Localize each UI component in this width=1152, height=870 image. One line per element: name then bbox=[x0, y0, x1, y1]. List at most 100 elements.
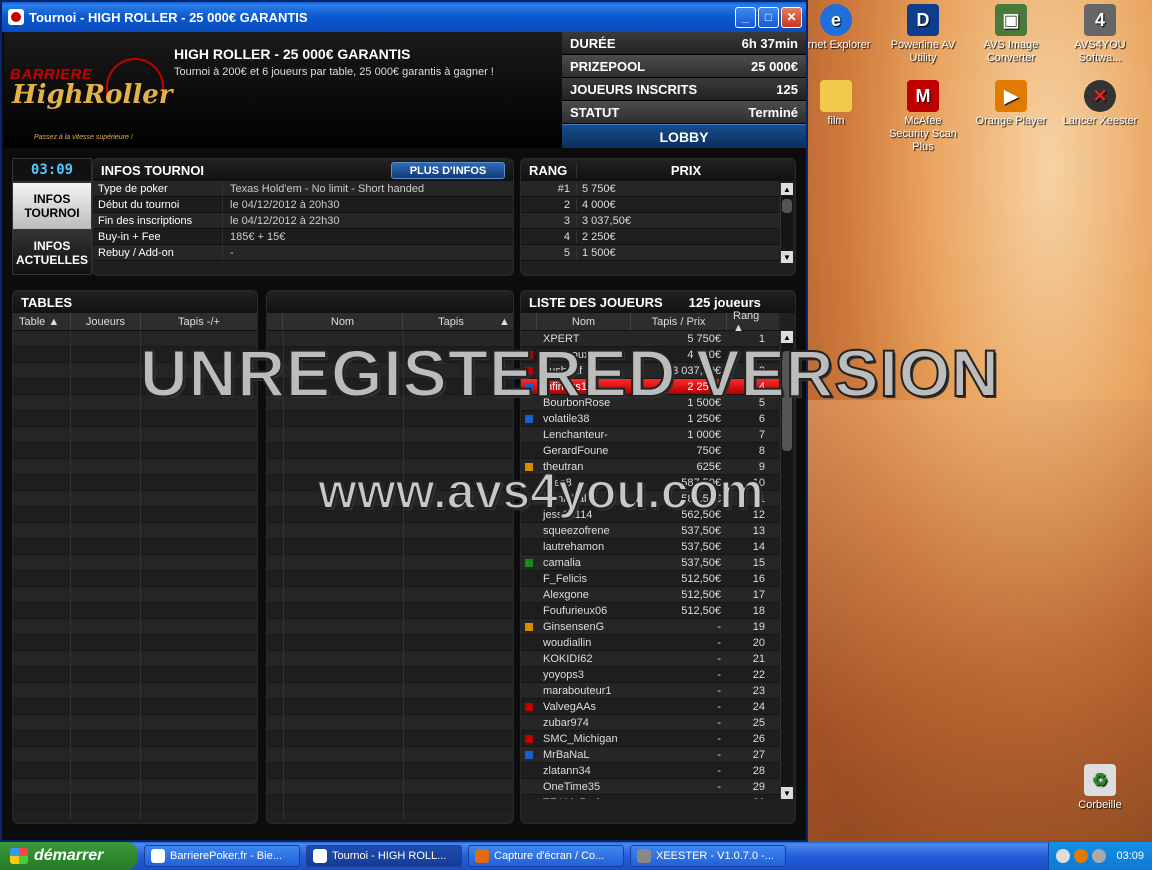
table-row[interactable] bbox=[267, 539, 513, 555]
table-row[interactable] bbox=[13, 635, 257, 651]
desktop-icon-mcafee[interactable]: M McAfee Security Scan Plus bbox=[883, 80, 963, 154]
player-row[interactable]: MrBaNaL - 27 bbox=[521, 747, 779, 763]
col-stack[interactable]: Tapis -/+ bbox=[141, 313, 257, 330]
table-row[interactable] bbox=[267, 651, 513, 667]
maximize-button[interactable]: □ bbox=[758, 6, 779, 28]
tab-infos-actuelles[interactable]: INFOS ACTUELLES bbox=[12, 230, 92, 275]
table-row[interactable] bbox=[267, 523, 513, 539]
table-row[interactable] bbox=[13, 699, 257, 715]
player-row[interactable]: Alexgone 512,50€ 17 bbox=[521, 587, 779, 603]
start-button[interactable]: démarrer bbox=[0, 842, 138, 870]
table-row[interactable] bbox=[267, 763, 513, 779]
col-rank[interactable]: Rang ▲ bbox=[727, 310, 779, 334]
table-row[interactable] bbox=[267, 683, 513, 699]
prizes-scrollbar[interactable]: ▲ ▼ bbox=[780, 183, 793, 263]
player-row[interactable]: woudiallin - 20 bbox=[521, 635, 779, 651]
table-row[interactable] bbox=[267, 667, 513, 683]
table-row[interactable] bbox=[267, 603, 513, 619]
scroll-thumb[interactable] bbox=[782, 199, 792, 213]
player-row[interactable]: lautrehamon 537,50€ 14 bbox=[521, 539, 779, 555]
player-row[interactable]: yoyops3 - 22 bbox=[521, 667, 779, 683]
sort-up-icon[interactable]: ▲ bbox=[499, 313, 513, 330]
table-row[interactable] bbox=[13, 779, 257, 795]
table-row[interactable] bbox=[267, 779, 513, 795]
player-row[interactable]: GinsensenG - 19 bbox=[521, 619, 779, 635]
table-row[interactable] bbox=[267, 619, 513, 635]
tray-arrow-icon[interactable] bbox=[1056, 849, 1071, 863]
table-row[interactable] bbox=[267, 795, 513, 811]
player-row[interactable]: camalia 537,50€ 15 bbox=[521, 555, 779, 571]
table-row[interactable] bbox=[13, 763, 257, 779]
desktop-icon-avs-image[interactable]: ▣ AVS Image Converter bbox=[971, 4, 1051, 65]
table-row[interactable] bbox=[13, 603, 257, 619]
tray-orange-icon[interactable] bbox=[1074, 849, 1089, 863]
desktop-icon-xeester[interactable]: ✕ Lancer Xeester bbox=[1060, 80, 1140, 128]
table-row[interactable] bbox=[13, 683, 257, 699]
table-row[interactable] bbox=[13, 731, 257, 747]
desktop-icon-orange-player[interactable]: ▶ Orange Player bbox=[971, 80, 1051, 128]
table-row[interactable] bbox=[267, 571, 513, 587]
table-row[interactable] bbox=[267, 411, 513, 427]
table-row[interactable] bbox=[13, 619, 257, 635]
player-row[interactable]: SMC_Michigan - 26 bbox=[521, 731, 779, 747]
close-button[interactable]: ✕ bbox=[781, 6, 802, 28]
table-row[interactable] bbox=[13, 747, 257, 763]
player-row[interactable]: KOKIDI62 - 21 bbox=[521, 651, 779, 667]
table-row[interactable] bbox=[13, 475, 257, 491]
taskbar-task[interactable]: XEESTER - V1.0.7.0 -... bbox=[630, 845, 786, 867]
table-row[interactable] bbox=[267, 635, 513, 651]
table-row[interactable] bbox=[267, 715, 513, 731]
col-name[interactable]: Nom bbox=[283, 313, 403, 330]
table-row[interactable] bbox=[13, 571, 257, 587]
player-row[interactable]: TEAM_Parker-30 bbox=[521, 795, 779, 799]
table-row[interactable] bbox=[13, 491, 257, 507]
desktop-icon-internet-explorer[interactable]: e ernet Explorer bbox=[796, 4, 876, 52]
table-row[interactable] bbox=[13, 427, 257, 443]
table-row[interactable] bbox=[13, 411, 257, 427]
player-row[interactable]: squeezofrene 537,50€ 13 bbox=[521, 523, 779, 539]
table-row[interactable] bbox=[13, 587, 257, 603]
table-row[interactable] bbox=[267, 731, 513, 747]
desktop-icon-film[interactable]: film bbox=[796, 80, 876, 128]
desktop-icon-avs4you[interactable]: 4 AVS4YOU Softwa... bbox=[1060, 4, 1140, 65]
table-row[interactable] bbox=[13, 523, 257, 539]
table-row[interactable] bbox=[13, 651, 257, 667]
taskbar-task[interactable]: Tournoi - HIGH ROLL... bbox=[306, 845, 462, 867]
player-row[interactable]: volatile38 1 250€ 6 bbox=[521, 411, 779, 427]
col-stack[interactable]: Tapis bbox=[403, 313, 499, 330]
table-row[interactable] bbox=[267, 555, 513, 571]
player-row[interactable]: ValvegAAs - 24 bbox=[521, 699, 779, 715]
scroll-down-icon[interactable]: ▼ bbox=[781, 787, 793, 799]
col-stack-prize[interactable]: Tapis / Prix bbox=[631, 313, 727, 330]
table-row[interactable] bbox=[13, 507, 257, 523]
lobby-button[interactable]: LOBBY bbox=[562, 124, 806, 148]
desktop-icon-powerline[interactable]: D Powerline AV Utility bbox=[883, 4, 963, 65]
player-row[interactable]: Lenchanteur- 1 000€ 7 bbox=[521, 427, 779, 443]
player-row[interactable]: Foufurieux06 512,50€ 18 bbox=[521, 603, 779, 619]
table-row[interactable] bbox=[267, 443, 513, 459]
player-row[interactable]: GerardFoune 750€ 8 bbox=[521, 443, 779, 459]
player-row[interactable]: zubar974 - 25 bbox=[521, 715, 779, 731]
player-row[interactable]: F_Felicis 512,50€ 16 bbox=[521, 571, 779, 587]
tray-volume-icon[interactable] bbox=[1092, 849, 1107, 863]
table-row[interactable] bbox=[267, 699, 513, 715]
table-row[interactable] bbox=[13, 443, 257, 459]
scroll-up-icon[interactable]: ▲ bbox=[781, 183, 793, 195]
scroll-down-icon[interactable]: ▼ bbox=[781, 251, 793, 263]
col-table[interactable]: Table ▲ bbox=[13, 313, 71, 330]
taskbar-task[interactable]: BarrierePoker.fr - Bie... bbox=[144, 845, 300, 867]
tab-infos-tournoi[interactable]: INFOS TOURNOI bbox=[12, 182, 92, 230]
table-row[interactable] bbox=[13, 555, 257, 571]
minimize-button[interactable]: _ bbox=[735, 6, 756, 28]
desktop-icon-recycle-bin[interactable]: ♻ Corbeille bbox=[1060, 764, 1140, 812]
table-row[interactable] bbox=[267, 427, 513, 443]
table-row[interactable] bbox=[267, 747, 513, 763]
window-titlebar[interactable]: Tournoi - HIGH ROLLER - 25 000€ GARANTIS… bbox=[2, 2, 806, 32]
col-players[interactable]: Joueurs bbox=[71, 313, 141, 330]
taskbar-task[interactable]: Capture d'écran / Co... bbox=[468, 845, 624, 867]
player-row[interactable]: zlatann34 - 28 bbox=[521, 763, 779, 779]
player-row[interactable]: OneTime35 - 29 bbox=[521, 779, 779, 795]
table-row[interactable] bbox=[13, 459, 257, 475]
table-row[interactable] bbox=[13, 715, 257, 731]
table-row[interactable] bbox=[13, 539, 257, 555]
